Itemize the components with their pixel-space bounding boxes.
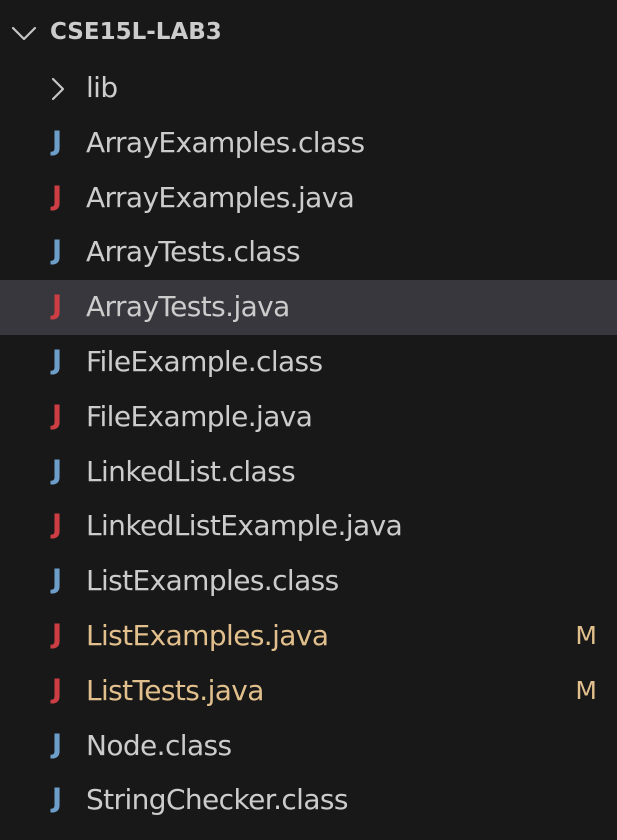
tree-item-label: ListTests.java: [86, 674, 264, 707]
folder-header-cse15l-lab3[interactable]: CSE15L-LAB3: [0, 6, 617, 61]
git-modified-badge: M: [575, 676, 597, 705]
java-source-icon: J: [51, 509, 63, 540]
java-class-icon: J: [51, 564, 63, 595]
java-source-icon: J: [51, 181, 63, 212]
tree-item-label: LinkedListExample.java: [86, 509, 403, 542]
tree-item-file[interactable]: J ArrayTests.class: [0, 225, 617, 280]
chevron-right-icon[interactable]: [49, 76, 67, 102]
tree-item-file[interactable]: J ArrayExamples.java: [0, 171, 617, 226]
tree-item-label: ArrayExamples.java: [86, 181, 355, 214]
java-class-icon: J: [51, 345, 63, 376]
tree-item-label: Node.class: [86, 729, 232, 762]
tree-item-label: lib: [86, 71, 118, 104]
tree-item-file[interactable]: J ListExamples.class: [0, 554, 617, 609]
java-source-icon: J: [51, 290, 63, 321]
java-source-icon: J: [51, 619, 63, 650]
tree-item-file[interactable]: J Node.class: [0, 719, 617, 774]
tree-item-label: StringChecker.class: [86, 783, 348, 816]
tree-item-label: ListExamples.class: [86, 564, 339, 597]
tree-item-folder[interactable]: lib: [0, 61, 617, 116]
tree-item-file[interactable]: J FileExample.java: [0, 390, 617, 445]
tree-item-file[interactable]: J ArrayTests.java: [0, 280, 617, 335]
tree-item-file[interactable]: J StringChecker.class: [0, 773, 617, 828]
java-class-icon: J: [51, 126, 63, 157]
java-class-icon: J: [51, 235, 63, 266]
git-modified-badge: M: [575, 621, 597, 650]
java-source-icon: J: [51, 674, 63, 705]
tree-item-file[interactable]: J ArrayExamples.class: [0, 116, 617, 171]
tree-item-file[interactable]: J LinkedList.class: [0, 445, 617, 500]
tree-item-label: ArrayTests.java: [86, 290, 290, 323]
tree-item-label: ArrayTests.class: [86, 235, 301, 268]
java-class-icon: J: [51, 729, 63, 760]
tree-item-label: FileExample.java: [86, 400, 313, 433]
java-source-icon: J: [51, 400, 63, 431]
tree-item-file[interactable]: J FileExample.class: [0, 335, 617, 390]
tree-item-file[interactable]: J LinkedListExample.java: [0, 499, 617, 554]
tree-item-label: LinkedList.class: [86, 455, 296, 488]
java-class-icon: J: [51, 455, 63, 486]
tree-item-file[interactable]: J ListExamples.java M: [0, 609, 617, 664]
tree-item-label: FileExample.class: [86, 345, 323, 378]
chevron-down-icon[interactable]: [10, 25, 38, 43]
tree-item-file[interactable]: J ListTests.java M: [0, 664, 617, 719]
java-class-icon: J: [51, 783, 63, 814]
tree-item-label: ArrayExamples.class: [86, 126, 365, 159]
tree-item-label: ListExamples.java: [86, 619, 329, 652]
file-explorer: CSE15L-LAB3 lib J ArrayExamples.class J Arra…: [0, 0, 617, 840]
folder-title: CSE15L-LAB3: [50, 19, 222, 45]
